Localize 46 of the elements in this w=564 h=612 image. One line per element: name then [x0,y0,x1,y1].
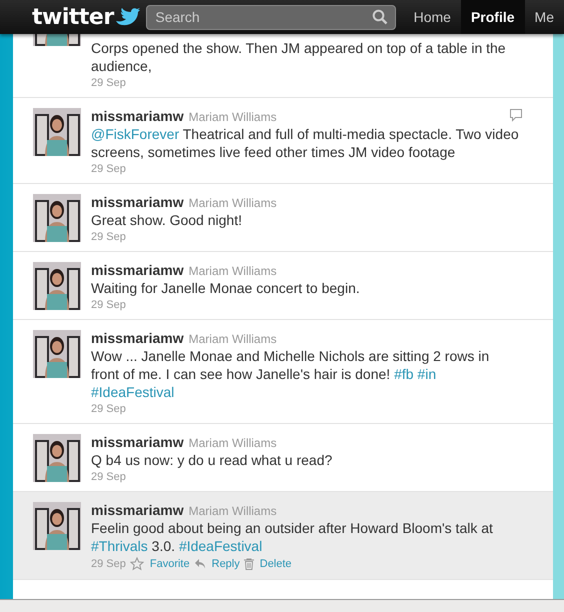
tweet-date[interactable]: 29 Sep [91,163,126,175]
tweet-date[interactable]: 29 Sep [91,403,126,415]
full-name: Mariam Williams [188,436,277,450]
tweet-link[interactable]: @FiskForever [91,126,180,142]
reply-arrow-icon [194,558,206,570]
username[interactable]: missmariamw [91,330,184,346]
tweet-text: @FiskForever Theatrical and full of multi-media spectacle. Two video screens, sometimes live feed other times JM video footage [91,125,520,161]
full-name: Mariam Williams [188,196,277,210]
tweet-action-link[interactable]: Favorite [150,558,190,570]
tweet-date[interactable]: 29 Sep [91,471,126,483]
username[interactable]: missmariamw [91,108,184,124]
nav-tab[interactable]: Profile [460,0,525,34]
tweet-link[interactable]: #Thrivals [91,538,148,554]
tweet-action-link[interactable]: Reply [212,558,240,570]
username[interactable]: missmariamw [91,502,184,518]
tweet-link[interactable]: #in [417,366,436,382]
username[interactable]: missmariamw [91,434,184,450]
trash-icon [244,558,254,570]
star-icon [130,557,144,571]
full-name: Mariam Williams [188,264,277,278]
tweet-date[interactable]: 29 Sep [91,231,126,243]
search-field[interactable]: Search [146,4,396,30]
tweet-text: Waiting for Janelle Monae concert to begin. [91,279,361,297]
logo-text[interactable]: twitter [32,4,114,30]
username[interactable]: missmariamw [91,262,184,278]
tweet-text: Feelin good about being an outsider after Howard Bloom's talk at #Thrivals 3.0. #IdeaFestival [91,519,494,555]
full-name: Mariam Williams [188,332,277,346]
nav-tab[interactable]: Home [404,0,461,34]
nav-tab[interactable]: Me [524,0,564,34]
full-name: Mariam Williams [188,110,277,124]
full-name: Mariam Williams [188,504,277,518]
search-icon[interactable] [372,8,388,24]
speech-bubble-icon[interactable] [509,108,523,122]
bird-icon [114,7,140,27]
tweet-link[interactable]: #IdeaFestival [91,384,174,400]
tweet-date[interactable]: 29 Sep [91,299,126,311]
tweet-link[interactable]: #IdeaFestival [178,538,262,554]
tweet-text: Corps opened the show. Then JM appeared on top of a table in the audience, [91,39,507,75]
tweet-text: Q b4 us now: y do u read what u read? [91,451,334,469]
tweet-date[interactable]: 29 Sep [91,77,126,89]
tweet-action-link[interactable]: Delete [260,558,292,570]
username[interactable]: missmariamw [91,194,184,210]
tweet-text: Great show. Good night! [91,211,243,229]
tweet-text: Wow ... Janelle Monae and Michelle Nichols are sitting 2 rows in front of me. I can see how Janelle's hair is done! #fb #in #IdeaFestival [91,347,490,401]
tweet-link[interactable]: #fb [394,366,414,382]
tweet-date[interactable]: 29 Sep [91,558,126,570]
